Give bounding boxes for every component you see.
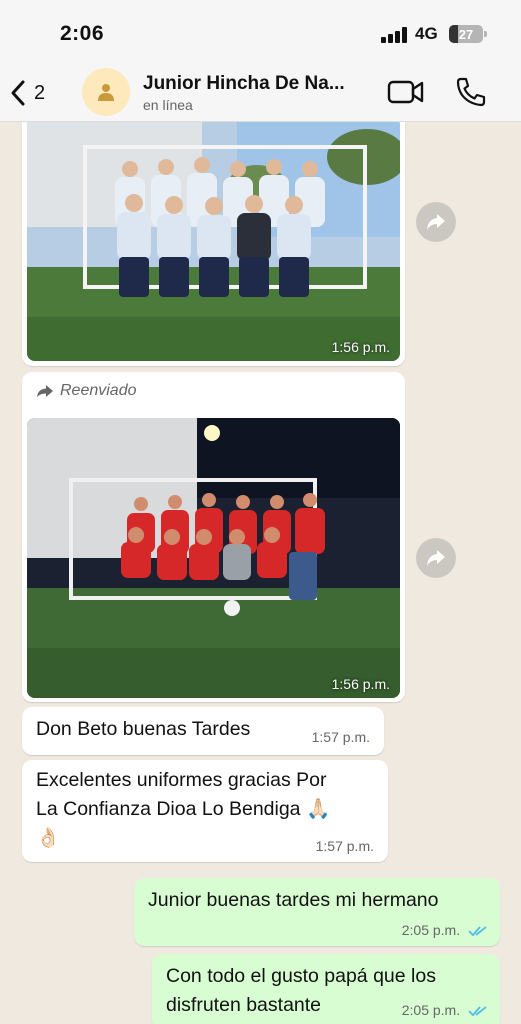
network-type: 4G <box>415 24 438 43</box>
double-check-icon <box>468 1006 487 1017</box>
chat-header: 2 Junior Hincha De Na... en línea <box>0 64 521 122</box>
message-time: 2:05 p.m. <box>402 922 488 938</box>
video-camera-icon[interactable] <box>387 78 425 106</box>
image-message[interactable]: Reenviado 1:56 p.m. <box>22 372 405 702</box>
forwarded-label: Reenviado <box>36 382 137 400</box>
message-text: Junior buenas tardes mi hermano <box>148 889 439 911</box>
message-time-text: 2:05 p.m. <box>401 922 461 938</box>
pray-emoji: 🙏🏻 <box>305 798 331 820</box>
avatar[interactable] <box>82 68 130 116</box>
contact-name[interactable]: Junior Hincha De Na... <box>143 73 345 95</box>
message-time: 1:57 p.m. <box>311 729 370 745</box>
person-icon <box>98 84 114 101</box>
message-time: 2:05 p.m. <box>402 1002 488 1018</box>
message-time-text: 2:05 p.m. <box>401 1002 461 1018</box>
ok-hand-emoji: 👌🏻 <box>36 827 61 849</box>
message-time: 1:56 p.m. <box>331 339 390 355</box>
message-time: 1:57 p.m. <box>315 838 374 854</box>
message-text: Con todo el gusto papá que los disfruten… <box>166 962 436 1020</box>
chevron-left-icon <box>11 80 25 106</box>
image-message[interactable]: 1:56 p.m. <box>22 122 405 366</box>
outgoing-message[interactable]: Junior buenas tardes mi hermano 2:05 p.m… <box>134 878 500 946</box>
incoming-message[interactable]: Don Beto buenas Tardes 1:57 p.m. <box>22 707 384 755</box>
message-line: Con todo el gusto papá que los <box>166 965 436 987</box>
message-line: La Confianza Dioa Lo Bendiga <box>36 798 301 820</box>
forwarded-icon <box>37 385 53 397</box>
chat-area[interactable]: 1:56 p.m. Reenviado 1:56 p.m. Don Beto b… <box>0 122 521 1024</box>
unread-count: 2 <box>34 81 46 104</box>
share-forward-icon[interactable] <box>416 538 456 578</box>
contact-status: en línea <box>143 97 193 113</box>
status-bar: 2:06 4G 27 <box>0 0 521 64</box>
message-text: Don Beto buenas Tardes <box>36 718 251 740</box>
forwarded-text: Reenviado <box>60 382 137 399</box>
phone-icon[interactable] <box>455 76 487 108</box>
message-line: Excelentes uniformes gracias Por <box>36 769 327 791</box>
share-forward-icon[interactable] <box>416 202 456 242</box>
battery-tip <box>484 31 487 37</box>
team-photo-red[interactable]: 1:56 p.m. <box>27 418 400 698</box>
incoming-message[interactable]: Excelentes uniformes gracias Por La Conf… <box>22 760 388 862</box>
battery-level: 27 <box>458 26 474 42</box>
outgoing-message[interactable]: Con todo el gusto papá que los disfruten… <box>152 954 500 1024</box>
back-button[interactable]: 2 <box>8 76 58 110</box>
message-line: disfruten bastante <box>166 994 322 1016</box>
signal-icon <box>381 27 408 43</box>
status-time: 2:06 <box>60 22 105 45</box>
team-photo-white[interactable]: 1:56 p.m. <box>27 122 400 361</box>
battery-icon: 27 <box>449 25 483 43</box>
message-text: Excelentes uniformes gracias Por La Conf… <box>36 766 330 853</box>
double-check-icon <box>468 926 487 937</box>
message-time: 1:56 p.m. <box>331 676 390 692</box>
